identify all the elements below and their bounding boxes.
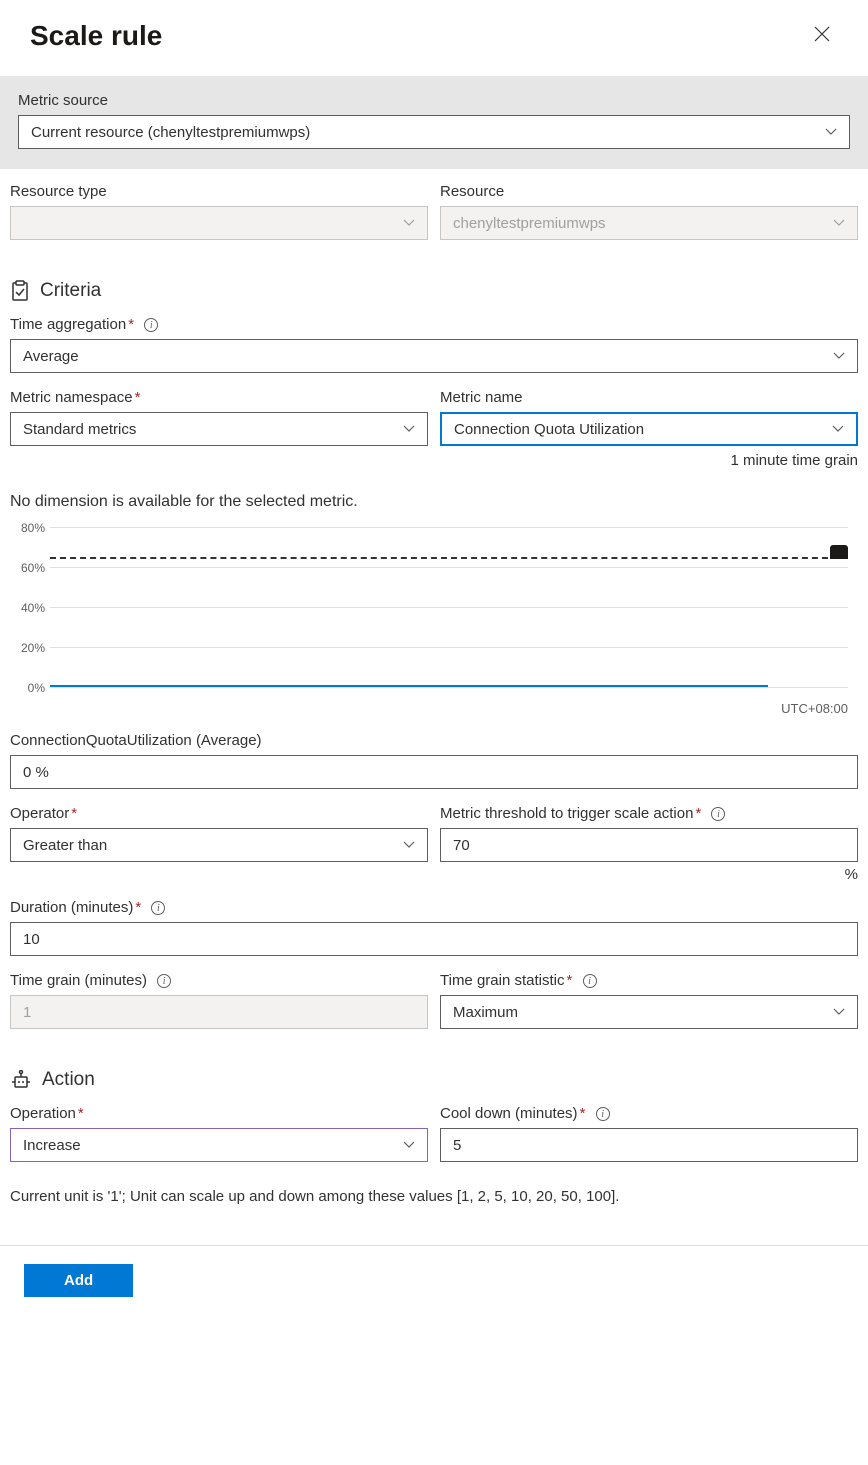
add-button[interactable]: Add (24, 1264, 133, 1297)
resource-value: chenyltestpremiumwps (453, 215, 606, 232)
metric-chart: 80% 60% 40% 20% 0% (10, 527, 858, 697)
duration-label: Duration (minutes)* i (10, 899, 858, 916)
metric-source-select[interactable]: Current resource (chenyltestpremiumwps) (18, 115, 850, 149)
info-icon[interactable]: i (157, 974, 171, 988)
operation-select[interactable]: Increase (10, 1128, 428, 1162)
current-metric-label: ConnectionQuotaUtilization (Average) (10, 732, 858, 749)
chevron-down-icon (832, 422, 844, 436)
panel-title: Scale rule (30, 20, 162, 52)
metric-name-value: Connection Quota Utilization (454, 421, 644, 438)
info-icon[interactable]: i (144, 318, 158, 332)
resource-type-select (10, 206, 428, 240)
clipboard-icon (10, 280, 30, 302)
chevron-down-icon (833, 216, 845, 230)
operator-label: Operator* (10, 805, 428, 822)
metric-namespace-label: Metric namespace* (10, 389, 428, 406)
info-icon[interactable]: i (711, 807, 725, 821)
close-button[interactable] (806, 21, 838, 52)
time-grain-input: 1 (10, 995, 428, 1029)
time-grain-statistic-label: Time grain statistic* i (440, 972, 858, 989)
metric-source-label: Metric source (18, 92, 850, 109)
info-icon[interactable]: i (583, 974, 597, 988)
close-icon (814, 26, 830, 42)
metric-namespace-value: Standard metrics (23, 421, 136, 438)
time-grain-label: Time grain (minutes) i (10, 972, 428, 989)
no-dimension-text: No dimension is available for the select… (10, 493, 858, 511)
panel-footer: Add (0, 1245, 868, 1315)
current-metric-input[interactable]: 0 % (10, 755, 858, 789)
resource-type-label: Resource type (10, 183, 428, 200)
chevron-down-icon (403, 1138, 415, 1152)
metric-name-label: Metric name (440, 389, 858, 406)
metric-source-value: Current resource (chenyltestpremiumwps) (31, 124, 310, 141)
chevron-down-icon (403, 216, 415, 230)
criteria-heading: Criteria (40, 280, 101, 302)
time-aggregation-label: Time aggregation* i (10, 316, 858, 333)
cooldown-value: 5 (453, 1137, 461, 1154)
chevron-down-icon (825, 125, 837, 139)
resource-select: chenyltestpremiumwps (440, 206, 858, 240)
duration-input[interactable]: 10 (10, 922, 858, 956)
chevron-down-icon (833, 349, 845, 363)
info-icon[interactable]: i (151, 901, 165, 915)
info-icon[interactable]: i (596, 1107, 610, 1121)
threshold-value: 70 (453, 837, 470, 854)
threshold-label: Metric threshold to trigger scale action… (440, 805, 858, 822)
resource-label: Resource (440, 183, 858, 200)
action-heading: Action (42, 1069, 95, 1091)
operation-value: Increase (23, 1137, 81, 1154)
cooldown-input[interactable]: 5 (440, 1128, 858, 1162)
chevron-down-icon (403, 838, 415, 852)
panel-header: Scale rule (0, 0, 868, 76)
robot-icon (10, 1070, 32, 1090)
chevron-down-icon (833, 1005, 845, 1019)
action-header: Action (10, 1069, 858, 1091)
operator-value: Greater than (23, 837, 107, 854)
criteria-header: Criteria (10, 280, 858, 302)
metric-name-helper: 1 minute time grain (440, 452, 858, 469)
chevron-down-icon (403, 422, 415, 436)
time-grain-statistic-value: Maximum (453, 1004, 518, 1021)
metric-namespace-select[interactable]: Standard metrics (10, 412, 428, 446)
chart-timezone: UTC+08:00 (10, 701, 848, 716)
operation-label: Operation* (10, 1105, 428, 1122)
operator-select[interactable]: Greater than (10, 828, 428, 862)
unit-note: Current unit is '1'; Unit can scale up a… (10, 1188, 858, 1205)
chart-data-series (50, 685, 768, 687)
time-aggregation-select[interactable]: Average (10, 339, 858, 373)
time-grain-statistic-select[interactable]: Maximum (440, 995, 858, 1029)
time-grain-value: 1 (23, 1004, 31, 1021)
metric-name-select[interactable]: Connection Quota Utilization (440, 412, 858, 446)
duration-value: 10 (23, 931, 40, 948)
cooldown-label: Cool down (minutes)* i (440, 1105, 858, 1122)
threshold-unit: % (440, 866, 858, 883)
time-aggregation-value: Average (23, 348, 79, 365)
metric-source-section: Metric source Current resource (chenylte… (0, 76, 868, 169)
threshold-input[interactable]: 70 (440, 828, 858, 862)
current-metric-value: 0 % (23, 764, 49, 781)
